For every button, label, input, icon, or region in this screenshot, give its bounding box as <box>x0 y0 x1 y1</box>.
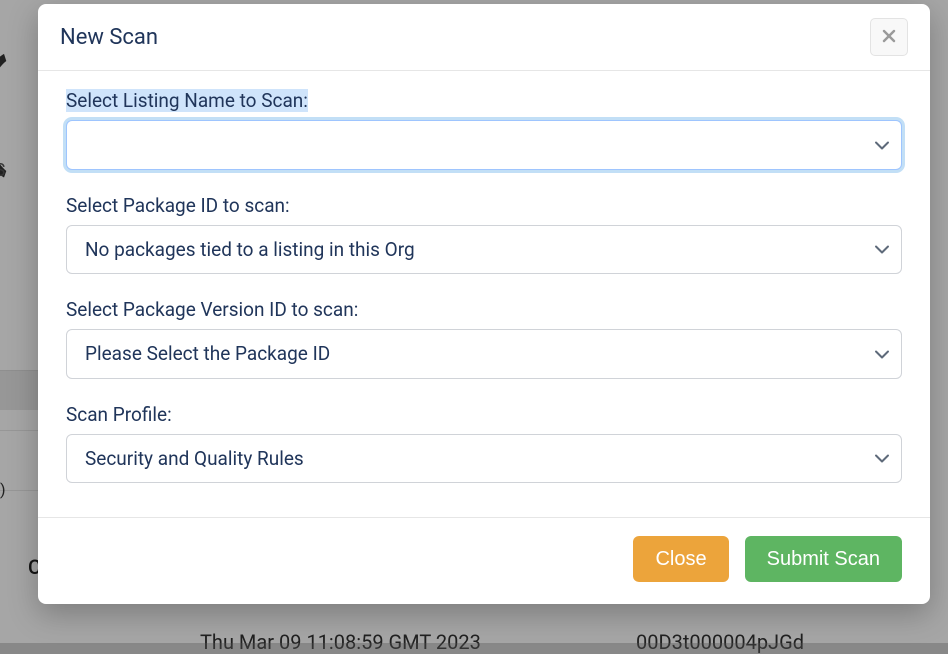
select-profile-wrap: Security and Quality Rules <box>66 434 902 484</box>
field-profile: Scan Profile: Security and Quality Rules <box>66 403 902 484</box>
label-listing: Select Listing Name to Scan: <box>66 89 308 112</box>
select-package-wrap: No packages tied to a listing in this Or… <box>66 225 902 275</box>
field-version: Select Package Version ID to scan: Pleas… <box>66 298 902 379</box>
select-version-wrap: Please Select the Package ID <box>66 329 902 379</box>
label-package: Select Package ID to scan: <box>66 194 290 217</box>
modal-header: New Scan <box>38 4 930 71</box>
modal-body: Select Listing Name to Scan: Select Pack… <box>38 71 930 517</box>
modal-title: New Scan <box>60 25 158 50</box>
close-button[interactable] <box>870 18 908 56</box>
label-profile: Scan Profile: <box>66 403 172 426</box>
select-package[interactable]: No packages tied to a listing in this Or… <box>66 225 902 275</box>
select-version[interactable]: Please Select the Package ID <box>66 329 902 379</box>
close-icon <box>882 28 896 47</box>
submit-scan-button[interactable]: Submit Scan <box>745 536 902 582</box>
label-version: Select Package Version ID to scan: <box>66 298 358 321</box>
new-scan-modal: New Scan Select Listing Name to Scan: Se… <box>38 4 930 604</box>
field-listing: Select Listing Name to Scan: <box>66 89 902 170</box>
select-profile[interactable]: Security and Quality Rules <box>66 434 902 484</box>
close-action-button[interactable]: Close <box>633 536 728 582</box>
modal-footer: Close Submit Scan <box>38 517 930 604</box>
field-package: Select Package ID to scan: No packages t… <box>66 194 902 275</box>
select-listing[interactable] <box>66 120 902 170</box>
select-listing-wrap <box>66 120 902 170</box>
